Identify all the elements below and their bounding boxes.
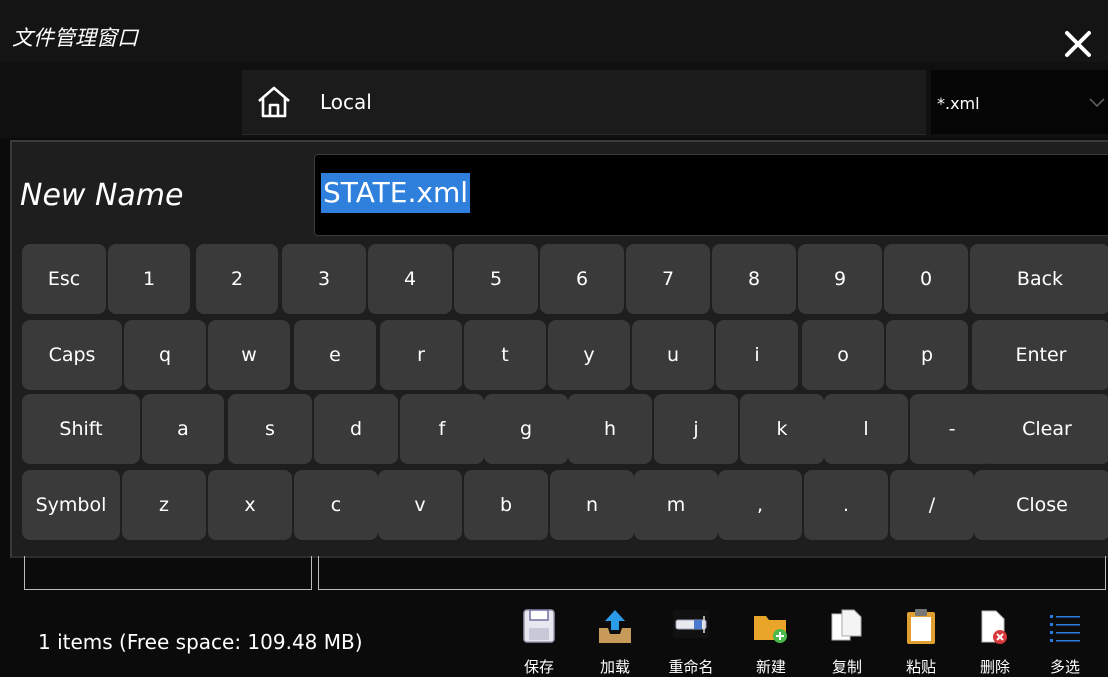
key-shift[interactable]: Shift xyxy=(22,394,140,464)
key-n[interactable]: n xyxy=(550,470,634,540)
key-close[interactable]: Close xyxy=(974,470,1108,540)
key-a[interactable]: a xyxy=(142,394,224,464)
delete-label: 删除 xyxy=(979,658,1010,676)
key-h[interactable]: h xyxy=(568,394,652,464)
paste-label: 粘贴 xyxy=(905,658,936,676)
new-folder-label: 新建 xyxy=(755,658,786,676)
key-g[interactable]: g xyxy=(484,394,568,464)
key-y[interactable]: y xyxy=(548,320,630,390)
key-7[interactable]: 7 xyxy=(626,244,710,314)
key-t[interactable]: t xyxy=(464,320,546,390)
file-list-column-left xyxy=(24,556,312,590)
key-4[interactable]: 4 xyxy=(368,244,452,314)
save-button[interactable]: 保存 xyxy=(512,608,566,676)
key-v[interactable]: v xyxy=(378,470,462,540)
key-e[interactable]: e xyxy=(294,320,376,390)
key-i[interactable]: i xyxy=(716,320,798,390)
rename-button[interactable]: 重命名 xyxy=(664,608,718,676)
key-s[interactable]: s xyxy=(228,394,312,464)
key-o[interactable]: o xyxy=(802,320,884,390)
path-bar[interactable]: Local xyxy=(242,70,926,135)
copy-button[interactable]: 复制 xyxy=(820,608,874,676)
paste-button[interactable]: 粘贴 xyxy=(894,608,948,676)
key-0[interactable]: 0 xyxy=(884,244,968,314)
load-label: 加载 xyxy=(599,658,630,676)
new-folder-icon xyxy=(754,616,787,643)
chevron-down-icon xyxy=(1089,98,1105,108)
key-f[interactable]: f xyxy=(400,394,484,464)
key-w[interactable]: w xyxy=(208,320,290,390)
key-u[interactable]: u xyxy=(632,320,714,390)
file-list-column-right xyxy=(318,556,1106,590)
save-label: 保存 xyxy=(523,658,554,676)
delete-icon xyxy=(981,610,1007,644)
key-comma[interactable]: , xyxy=(718,470,802,540)
copy-label: 复制 xyxy=(831,658,862,676)
key-slash[interactable]: / xyxy=(890,470,974,540)
key-symbol[interactable]: Symbol xyxy=(22,470,120,540)
rename-label: 重命名 xyxy=(668,658,714,676)
key-9[interactable]: 9 xyxy=(798,244,882,314)
key-3[interactable]: 3 xyxy=(282,244,366,314)
title-bar: 文件管理窗口 xyxy=(0,0,1108,62)
key-q[interactable]: q xyxy=(124,320,206,390)
path-text: Local xyxy=(320,90,372,114)
key-z[interactable]: z xyxy=(122,470,206,540)
key-k[interactable]: k xyxy=(740,394,824,464)
key-p[interactable]: p xyxy=(886,320,968,390)
key-r[interactable]: r xyxy=(380,320,462,390)
delete-button[interactable]: 删除 xyxy=(968,608,1022,676)
rename-icon xyxy=(673,610,709,638)
key-back[interactable]: Back xyxy=(970,244,1108,314)
key-esc[interactable]: Esc xyxy=(22,244,106,314)
key-d[interactable]: d xyxy=(314,394,398,464)
window-title: 文件管理窗口 xyxy=(12,26,138,50)
key-m[interactable]: m xyxy=(634,470,718,540)
paste-icon xyxy=(907,609,935,644)
load-button[interactable]: 加载 xyxy=(588,608,642,676)
key-2[interactable]: 2 xyxy=(196,244,278,314)
new-name-input[interactable]: STATE.xml xyxy=(314,154,1108,236)
file-filter-dropdown[interactable]: *.xml xyxy=(931,70,1108,134)
key-8[interactable]: 8 xyxy=(712,244,796,314)
new-name-label: New Name xyxy=(20,178,184,213)
multi-select-label: 多选 xyxy=(1049,658,1080,676)
key-x[interactable]: x xyxy=(208,470,292,540)
save-icon xyxy=(523,609,555,643)
key-6[interactable]: 6 xyxy=(540,244,624,314)
key-j[interactable]: j xyxy=(654,394,738,464)
home-icon[interactable] xyxy=(256,84,292,120)
key-5[interactable]: 5 xyxy=(454,244,538,314)
filter-value: *.xml xyxy=(937,94,980,113)
new-name-value: STATE.xml xyxy=(321,173,471,213)
multi-select-icon xyxy=(1050,615,1080,642)
key-enter[interactable]: Enter xyxy=(972,320,1108,390)
key-b[interactable]: b xyxy=(464,470,548,540)
status-text: 1 items (Free space: 109.48 MB) xyxy=(38,630,363,654)
new-folder-button[interactable]: 新建 xyxy=(744,608,798,676)
copy-icon xyxy=(831,609,862,641)
key-1[interactable]: 1 xyxy=(108,244,190,314)
key-caps[interactable]: Caps xyxy=(22,320,122,390)
close-icon[interactable] xyxy=(1060,26,1096,62)
multi-select-button[interactable]: 多选 xyxy=(1038,608,1092,676)
key-minus[interactable]: - xyxy=(910,394,994,464)
rename-dialog: New Name STATE.xml Esc 1 2 3 4 5 6 7 8 9 0 Back Caps… xyxy=(10,140,1108,558)
load-icon xyxy=(599,610,631,643)
key-clear[interactable]: Clear xyxy=(984,394,1108,464)
key-l[interactable]: l xyxy=(824,394,908,464)
key-c[interactable]: c xyxy=(294,470,378,540)
key-period[interactable]: . xyxy=(804,470,888,540)
